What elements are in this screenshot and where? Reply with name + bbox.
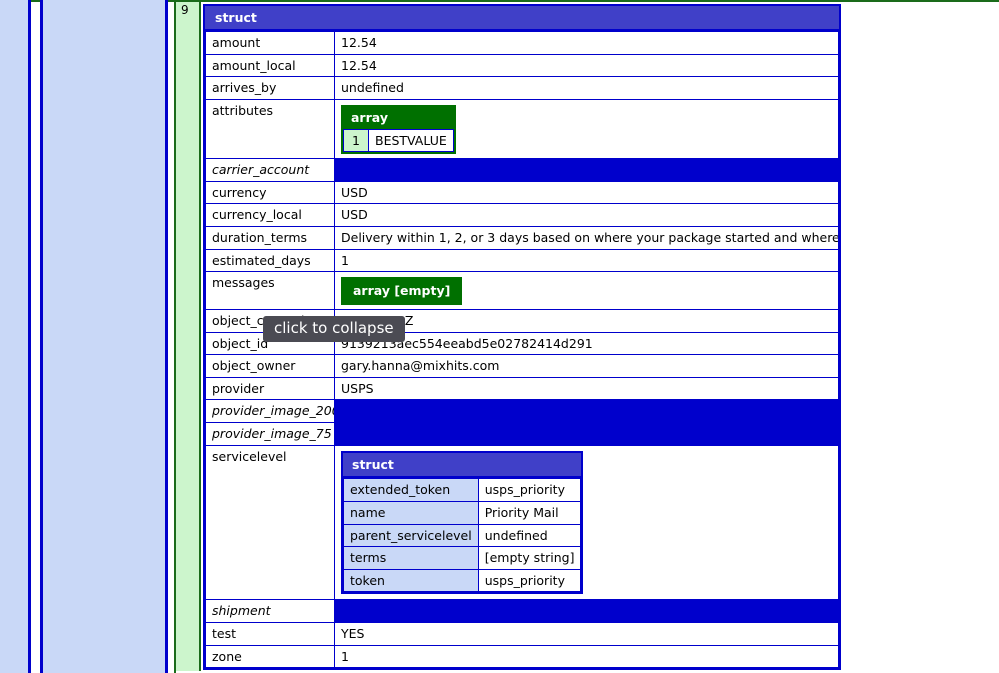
array-items: 1 BESTVALUE (343, 128, 454, 153)
row-value: 1 (334, 248, 839, 273)
row-value: gary.hanna@mixhits.com (334, 354, 839, 378)
row-value: usps_priority (477, 568, 582, 593)
struct-rows: amount 12.54 amount_local 12.54 arrives_… (205, 31, 839, 669)
row-key: provider_image_75 (205, 422, 335, 446)
row-value: Delivery within 1, 2, or 3 days based on… (334, 226, 839, 250)
array-item-value: BESTVALUE (368, 128, 454, 153)
table-row: shipment (205, 599, 839, 623)
row-key: arrives_by (205, 76, 335, 100)
table-row: extended_token usps_priority (343, 478, 582, 502)
row-value: 1 (334, 644, 839, 669)
table-row: arrives_by undefined (205, 76, 839, 100)
collapse-tooltip: click to collapse (263, 316, 405, 342)
row-key: provider (205, 376, 335, 401)
row-value: usps_priority (477, 478, 582, 502)
root-struct-header[interactable]: struct (205, 6, 839, 31)
table-row: servicelevel struct extended_token usps_… (205, 444, 839, 601)
table-row: attributes array 1 BESTVALUE (205, 98, 839, 160)
table-row: test YES (205, 622, 839, 646)
data-dump-viewer: 9 struct amount 12.54 amount_local 12.54… (0, 0, 999, 673)
table-row: object_owner gary.hanna@mixhits.com (205, 354, 839, 378)
row-value: 12.54 (334, 31, 839, 55)
row-key: zone (205, 644, 335, 669)
table-row: currency USD (205, 180, 839, 205)
table-row: parent_servicelevel undefined (343, 523, 582, 548)
row-key: parent_servicelevel (343, 523, 479, 548)
row-key: attributes (205, 98, 335, 160)
table-row: currency_local USD (205, 203, 839, 227)
table-row: name Priority Mail (343, 500, 582, 525)
array-index-cell: 9 (176, 2, 201, 671)
array-item-index: 1 (343, 128, 369, 153)
row-value-empty (334, 599, 839, 623)
row-value: USPS (334, 376, 839, 401)
table-row: amount 12.54 (205, 31, 839, 55)
array-empty-header[interactable]: array [empty] (343, 279, 461, 303)
row-key: extended_token (343, 478, 479, 502)
table-row: token usps_priority (343, 568, 582, 593)
table-row: provider USPS (205, 376, 839, 401)
table-row: terms [empty string] (343, 546, 582, 570)
row-value: USD (334, 180, 839, 205)
row-key: servicelevel (205, 444, 335, 601)
row-key: currency (205, 180, 335, 205)
row-value: undefined (477, 523, 582, 548)
table-row: zone 1 (205, 644, 839, 669)
row-key: estimated_days (205, 248, 335, 273)
row-key: token (343, 568, 479, 593)
array-header[interactable]: array (343, 106, 454, 129)
row-value: YES (334, 622, 839, 646)
row-value: 9139213aec554eeabd5e02782414d291 (334, 331, 839, 356)
row-value: [empty string] (477, 546, 582, 570)
row-key: duration_terms (205, 226, 335, 250)
row-key: object_owner (205, 354, 335, 378)
row-value-empty (334, 399, 839, 423)
nested-struct-rows: extended_token usps_priority name Priori… (343, 478, 582, 593)
ancestor-column-outer[interactable] (0, 0, 31, 673)
row-value: 12.54 (334, 53, 839, 78)
row-key: amount (205, 31, 335, 55)
array-index-label: 9 (181, 3, 189, 17)
row-value: array 1 BESTVALUE (334, 98, 839, 160)
row-key: amount_local (205, 53, 335, 78)
row-value-empty (334, 158, 839, 182)
table-row: duration_terms Delivery within 1, 2, or … (205, 226, 839, 250)
table-row: estimated_days 1 (205, 248, 839, 273)
row-value: undefined (334, 76, 839, 100)
row-key: terms (343, 546, 479, 570)
row-value: struct extended_token usps_priority name (334, 444, 839, 601)
attributes-array-widget[interactable]: array 1 BESTVALUE (341, 104, 456, 155)
ancestor-column-inner[interactable] (40, 0, 168, 673)
table-row: provider_image_200 (205, 399, 839, 423)
messages-array-widget[interactable]: array [empty] (341, 277, 463, 305)
table-row: provider_image_75 (205, 422, 839, 446)
table-row: messages array [empty] (205, 271, 839, 310)
row-value: USD (334, 203, 839, 227)
nested-struct-header[interactable]: struct (343, 452, 582, 479)
row-key: provider_image_200 (205, 399, 335, 423)
row-key: name (343, 500, 479, 525)
table-row: amount_local 12.54 (205, 53, 839, 78)
row-key: messages (205, 271, 335, 310)
servicelevel-struct-widget[interactable]: struct extended_token usps_priority name (341, 450, 584, 595)
row-value: Priority Mail (477, 500, 582, 525)
row-key: test (205, 622, 335, 646)
row-key: carrier_account (205, 158, 335, 182)
list-item: 1 BESTVALUE (343, 128, 454, 153)
row-value-empty (334, 422, 839, 446)
row-key: shipment (205, 599, 335, 623)
row-value: array [empty] (334, 271, 839, 310)
row-value: 03:30.009Z (334, 308, 839, 333)
row-key: currency_local (205, 203, 335, 227)
table-row: carrier_account (205, 158, 839, 182)
